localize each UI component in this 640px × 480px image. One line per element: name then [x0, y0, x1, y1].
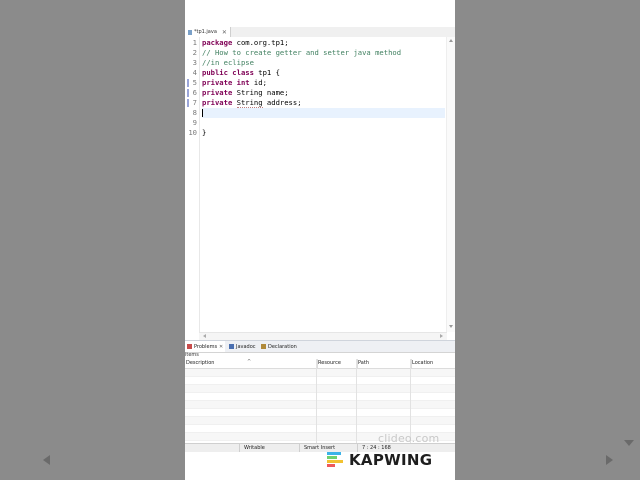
column-divider	[410, 359, 411, 443]
code-line[interactable]: 5 private int id;	[187, 78, 445, 88]
code-line[interactable]: 4 public class tp1 {	[193, 68, 445, 78]
tab-javadoc-label: Javadoc	[236, 343, 256, 350]
scroll-left-icon[interactable]	[203, 334, 206, 338]
comment-token: // How to create getter and setter java …	[202, 48, 402, 57]
tab-declaration-label: Declaration	[268, 343, 297, 350]
kapwing-watermark: KAPWING	[327, 451, 432, 469]
table-row	[185, 385, 455, 393]
keyword-token: package	[202, 38, 233, 47]
code-token: }	[202, 128, 207, 137]
kapwing-logo-bar	[327, 464, 335, 467]
keyword-token: public class	[202, 68, 254, 77]
code-area[interactable]: 1 package com.org.tp1; 2 // How to create g…	[187, 38, 445, 138]
line-number: 8	[192, 108, 197, 117]
kapwing-logo-bar	[327, 452, 341, 455]
code-line[interactable]: 8	[193, 108, 445, 118]
kapwing-logo-bar	[327, 460, 343, 463]
keyword-token: private	[202, 98, 233, 107]
close-problems-icon[interactable]: ✕	[219, 344, 223, 350]
keyword-token: private	[202, 88, 233, 97]
table-row	[185, 369, 455, 377]
code-token: com.org.tp1;	[232, 38, 289, 47]
editor-tab-tp1[interactable]: *tp1.java ✕	[185, 27, 231, 37]
left-letterbox	[0, 0, 185, 480]
java-file-icon	[188, 29, 192, 35]
horizontal-scrollbar[interactable]	[199, 332, 447, 340]
line-number: 4	[192, 68, 197, 77]
code-line[interactable]: 3 //in eclipse	[193, 58, 445, 68]
column-description[interactable]: Description ^	[185, 359, 318, 368]
text-caret	[202, 109, 203, 117]
code-line[interactable]: 7 private String address;	[187, 98, 445, 108]
declaration-icon	[261, 344, 266, 349]
table-row	[185, 401, 455, 409]
items-count-label: items	[185, 352, 199, 358]
tab-problems-label: Problems	[194, 343, 218, 350]
tab-declaration[interactable]: Declaration	[259, 341, 299, 352]
tab-problems[interactable]: Problems ✕	[185, 341, 226, 352]
column-resource[interactable]: Resource	[317, 359, 358, 368]
code-line[interactable]: 6 private String name;	[187, 88, 445, 98]
code-token: String name;	[232, 88, 289, 97]
clideo-watermark: clideo.com	[378, 432, 440, 445]
code-token: address;	[262, 98, 302, 107]
code-line[interactable]: 9	[193, 118, 445, 128]
kapwing-logo-icon	[327, 452, 345, 468]
code-token: tp1 {	[253, 68, 280, 77]
line-number: 9	[192, 118, 197, 127]
table-row	[185, 393, 455, 401]
line-number: 2	[192, 48, 197, 57]
previous-arrow-icon[interactable]	[43, 455, 50, 465]
column-divider	[356, 359, 357, 443]
problems-table-header: Description ^ Resource Path Location	[185, 359, 455, 369]
line-number: 10	[188, 128, 197, 137]
code-line[interactable]: 2 // How to create getter and setter java…	[193, 48, 445, 58]
dropdown-arrow-icon	[624, 440, 634, 446]
code-line[interactable]: 1 package com.org.tp1;	[193, 38, 445, 48]
comment-token: //in eclipse	[202, 58, 254, 67]
next-arrow-icon[interactable]	[606, 455, 613, 465]
top-blank-area	[185, 0, 455, 27]
kapwing-logo-bar	[327, 456, 337, 459]
scroll-down-icon[interactable]	[449, 325, 453, 328]
scroll-up-icon[interactable]	[449, 39, 453, 42]
table-row	[185, 377, 455, 385]
problems-icon	[187, 344, 192, 349]
vertical-scrollbar[interactable]	[446, 37, 455, 332]
column-divider	[316, 359, 317, 443]
change-marker	[187, 89, 189, 97]
sort-indicator-icon: ^	[247, 359, 252, 365]
code-token: id;	[249, 78, 267, 87]
close-tab-icon[interactable]: ✕	[222, 29, 227, 36]
column-path[interactable]: Path	[357, 359, 412, 368]
right-letterbox	[455, 0, 640, 480]
column-description-label: Description	[186, 360, 215, 366]
table-row	[185, 409, 455, 417]
line-number: 1	[192, 38, 197, 47]
code-token: String	[236, 98, 263, 108]
change-marker	[187, 79, 189, 87]
code-line[interactable]: 10}	[188, 128, 445, 138]
javadoc-icon	[229, 344, 234, 349]
tab-javadoc[interactable]: Javadoc	[227, 341, 258, 352]
change-marker	[187, 99, 189, 107]
line-number: 3	[192, 58, 197, 67]
table-row	[185, 417, 455, 425]
code-editor[interactable]: 1 package com.org.tp1; 2 // How to create g…	[185, 37, 455, 332]
eclipse-window: *tp1.java ✕ 1 package com.org.tp1; 2 // How…	[185, 0, 455, 480]
scroll-right-icon[interactable]	[440, 334, 443, 338]
column-location[interactable]: Location	[411, 359, 455, 368]
editor-tab-label: *tp1.java	[194, 29, 217, 35]
keyword-token: private int	[202, 78, 250, 87]
kapwing-wordmark: KAPWING	[349, 451, 433, 469]
